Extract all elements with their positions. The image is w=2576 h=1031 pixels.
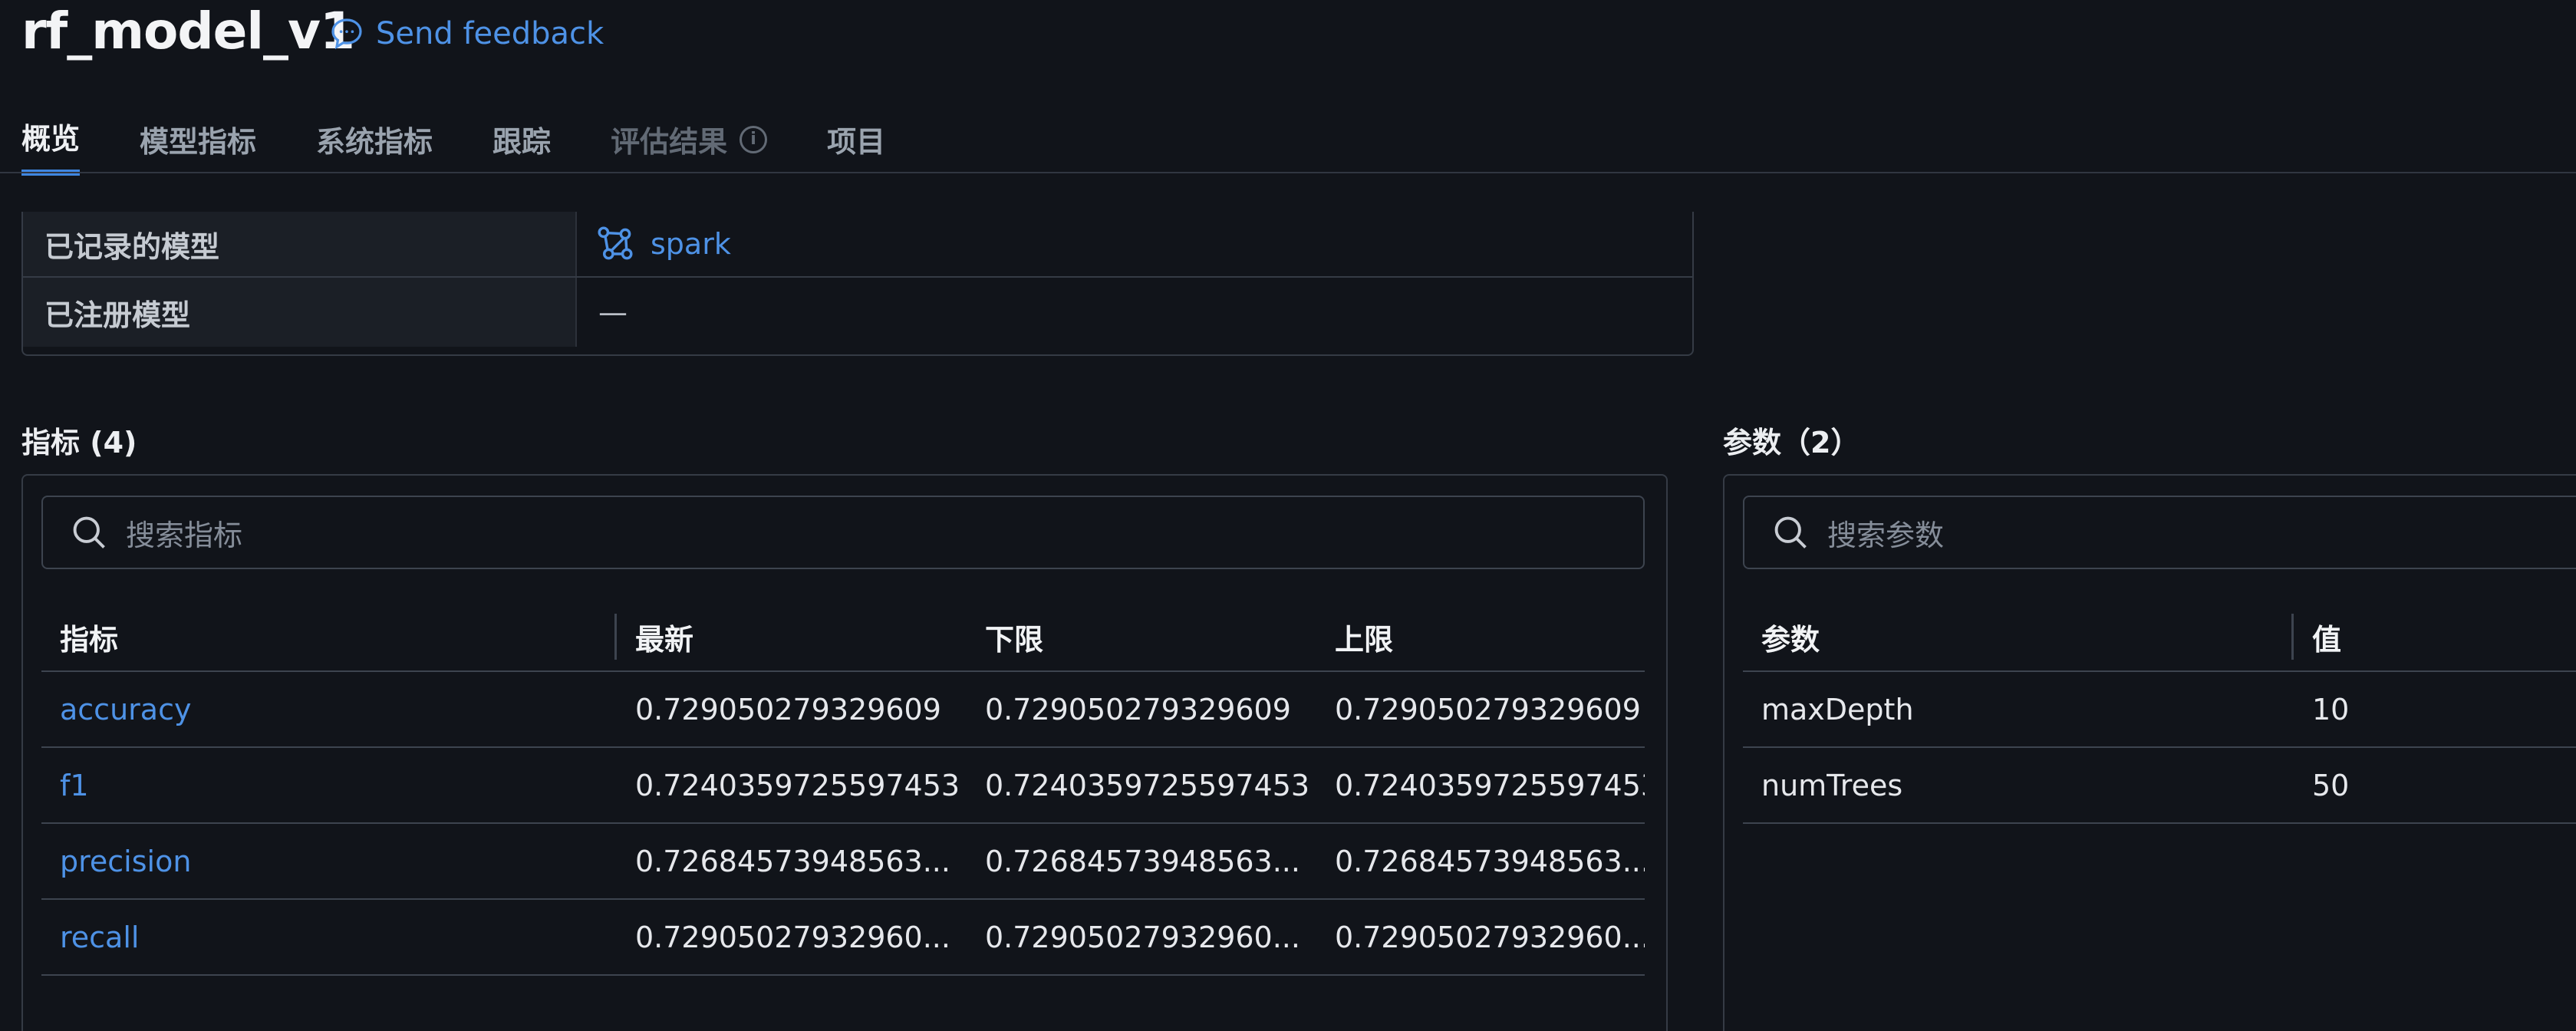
registered-models-value: — (598, 295, 628, 329)
overview-row-logged-models: 已记录的模型 spark (23, 212, 1692, 276)
registered-models-label: 已注册模型 (23, 278, 577, 347)
tab-evaluation-results-label: 评估结果 (611, 125, 728, 159)
tab-system-metrics[interactable]: 系统指标 (316, 115, 433, 176)
metric-latest: 0.72684573948563... (635, 844, 950, 878)
table-row: f1 0.7240359725597453 0.7240359725597453… (41, 748, 1645, 824)
table-row: numTrees 50 (1743, 748, 2576, 824)
metric-max: 0.72905027932960... (1335, 920, 1645, 954)
metrics-table-header: 指标 最新 下限 上限 (41, 603, 1645, 672)
metric-min: 0.729050279329609 (985, 692, 1291, 726)
logged-models-label: 已记录的模型 (23, 212, 577, 276)
metric-name-link[interactable]: accuracy (41, 693, 617, 726)
table-row: precision 0.72684573948563... 0.72684573… (41, 824, 1645, 900)
metric-min: 0.7240359725597453 (985, 768, 1310, 802)
tab-artifacts[interactable]: 项目 (827, 115, 885, 176)
column-header-min[interactable]: 下限 (967, 616, 1316, 658)
table-row: maxDepth 10 (1743, 672, 2576, 748)
metrics-table: 指标 最新 下限 上限 accuracy 0.729050279329609 0… (41, 603, 1645, 976)
metric-max: 0.729050279329609 (1335, 692, 1641, 726)
param-name: maxDepth (1761, 692, 1914, 726)
metric-min: 0.72684573948563... (985, 844, 1300, 878)
send-feedback-link[interactable]: Send feedback (328, 15, 604, 52)
search-icon (73, 516, 105, 548)
params-table-header: 参数 值 (1743, 603, 2576, 672)
metrics-panel: 搜索指标 指标 最新 下限 上限 accuracy 0.729050279329… (21, 474, 1668, 1031)
overview-row-registered-models: 已注册模型 — (23, 276, 1692, 347)
params-table: 参数 值 maxDepth 10 numTrees 50 (1743, 603, 2576, 824)
params-search-placeholder: 搜索参数 (1827, 518, 1945, 552)
column-header-max[interactable]: 上限 (1316, 616, 1645, 658)
metric-min: 0.72905027932960... (985, 920, 1300, 954)
param-name: numTrees (1761, 768, 1903, 802)
page-title: rf_model_v1 (21, 2, 355, 61)
logged-model-link[interactable]: spark (595, 224, 731, 264)
tab-bar: 概览 模型指标 系统指标 跟踪 评估结果 i 项目 (21, 115, 945, 176)
tab-divider (0, 172, 2576, 173)
tab-model-metrics[interactable]: 模型指标 (140, 115, 256, 176)
metric-latest: 0.7240359725597453 (635, 768, 960, 802)
tab-evaluation-results[interactable]: 评估结果 i (611, 115, 768, 176)
metric-max: 0.72684573948563... (1335, 844, 1645, 878)
param-value: 10 (2312, 692, 2350, 726)
metrics-title: 指标 (4) (21, 426, 137, 460)
model-graph-icon (598, 226, 633, 260)
run-detail-page: rf_model_v1 Send feedback 概览 模型指标 系统指标 跟… (0, 0, 2576, 1031)
column-header-latest[interactable]: 最新 (617, 616, 967, 658)
chat-bubble-icon (331, 18, 362, 50)
params-search-input[interactable]: 搜索参数 (1743, 496, 2576, 569)
metrics-search-placeholder: 搜索指标 (126, 518, 243, 552)
metric-latest: 0.729050279329609 (635, 692, 941, 726)
params-title: 参数（2） (1723, 426, 1860, 460)
param-value: 50 (2312, 768, 2350, 802)
metric-name-link[interactable]: recall (41, 921, 617, 954)
tab-overview[interactable]: 概览 (21, 115, 81, 176)
table-row: accuracy 0.729050279329609 0.72905027932… (41, 672, 1645, 748)
column-header-value[interactable]: 值 (2294, 616, 2576, 658)
metrics-search-input[interactable]: 搜索指标 (41, 496, 1645, 569)
tab-traces[interactable]: 跟踪 (492, 115, 551, 176)
params-panel: 搜索参数 参数 值 maxDepth 10 numTrees 50 (1723, 474, 2576, 1031)
search-icon (1774, 516, 1807, 548)
metric-max: 0.7240359725597453 (1335, 768, 1645, 802)
send-feedback-label: Send feedback (376, 16, 604, 51)
logged-model-name: spark (651, 227, 731, 261)
table-row: recall 0.72905027932960... 0.72905027932… (41, 900, 1645, 976)
column-header-metric[interactable]: 指标 (41, 614, 617, 660)
column-header-param[interactable]: 参数 (1743, 614, 2294, 660)
metric-name-link[interactable]: precision (41, 845, 617, 878)
metric-latest: 0.72905027932960... (635, 920, 950, 954)
metric-name-link[interactable]: f1 (41, 769, 617, 802)
info-icon: i (740, 125, 768, 153)
overview-table: 已记录的模型 spark 已注册模型 — (21, 212, 1694, 356)
